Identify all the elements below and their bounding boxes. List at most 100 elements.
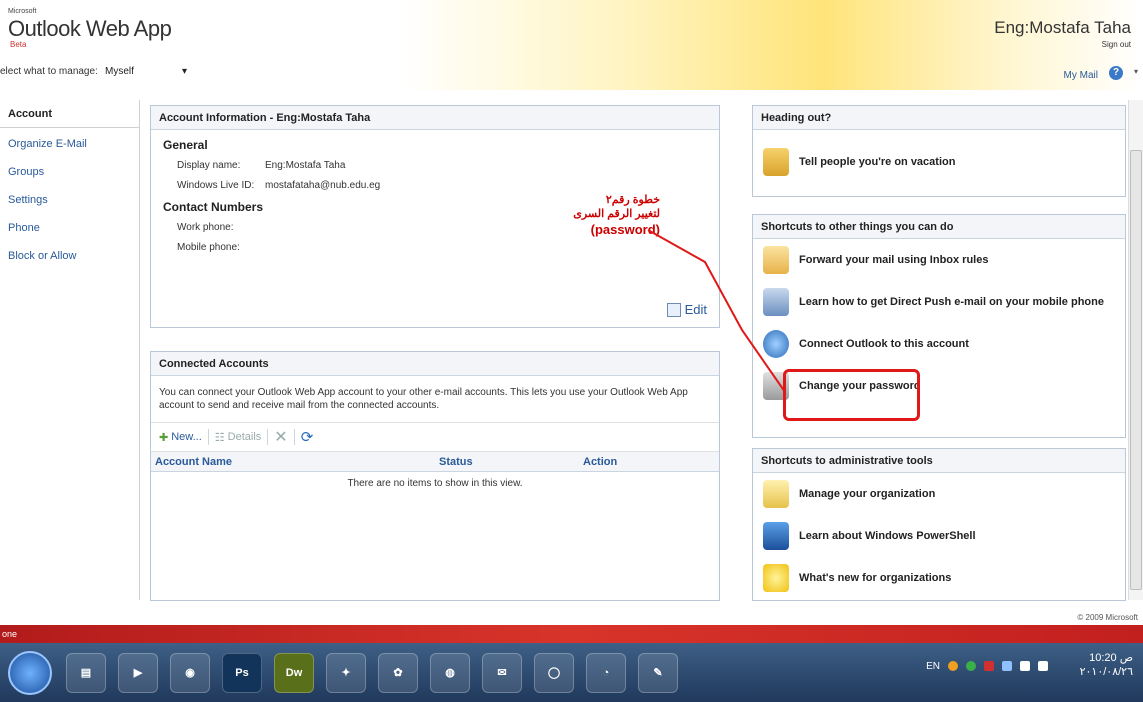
volume-icon[interactable] bbox=[1038, 661, 1048, 671]
whats-new-shortcut[interactable]: What's new for organizations bbox=[753, 557, 1125, 599]
sidebar-item-account[interactable]: Account bbox=[0, 100, 139, 128]
heading-out-panel: Heading out? Tell people you're on vacat… bbox=[752, 105, 1126, 197]
dreamweaver-icon[interactable]: Dw bbox=[274, 652, 314, 693]
toolbar-divider bbox=[207, 429, 209, 445]
mobile-phone-icon bbox=[763, 288, 789, 316]
edit-label: Edit bbox=[684, 302, 707, 317]
manage-select[interactable]: Myself ▾ bbox=[103, 63, 193, 80]
sidebar-item-settings[interactable]: Settings bbox=[0, 186, 139, 214]
help-icon[interactable]: ? bbox=[1109, 66, 1123, 80]
paint-icon[interactable]: ✎ bbox=[638, 652, 678, 693]
clock-date: ٢٠١٠/٠٨/٢٦ bbox=[1079, 666, 1133, 678]
vacation-icon bbox=[763, 148, 789, 176]
refresh-icon[interactable]: ⟳ bbox=[301, 428, 314, 446]
manage-organization-shortcut[interactable]: Manage your organization bbox=[753, 473, 1125, 515]
manage-select-value: Myself bbox=[105, 66, 134, 77]
column-action[interactable]: Action bbox=[583, 452, 617, 471]
tray-app-icon[interactable] bbox=[966, 661, 976, 671]
display-name-row: Display name: Eng:Mostafa Taha bbox=[151, 156, 719, 176]
photoshop-icon[interactable]: Ps bbox=[222, 652, 262, 693]
language-indicator[interactable]: EN bbox=[926, 661, 940, 672]
butterfly-icon[interactable]: ✿ bbox=[378, 652, 418, 693]
clock[interactable]: 10:20 ص ٢٠١٠/٠٨/٢٦ bbox=[1080, 651, 1133, 679]
empty-table-message: There are no items to show in this view. bbox=[347, 478, 523, 489]
sidebar-item-phone[interactable]: Phone bbox=[0, 214, 139, 242]
sidebar-item-organize-email[interactable]: Organize E-Mail bbox=[0, 130, 139, 158]
annotation-line-1: خطوة رقم٢ bbox=[605, 194, 660, 206]
powershell-shortcut[interactable]: Learn about Windows PowerShell bbox=[753, 515, 1125, 557]
sidebar-item-block-or-allow[interactable]: Block or Allow bbox=[0, 242, 139, 270]
details-button[interactable]: ☷ Details bbox=[215, 431, 262, 444]
scrollbar-thumb[interactable] bbox=[1130, 150, 1142, 590]
app-title[interactable]: Outlook Web App bbox=[8, 16, 172, 42]
explorer-icon[interactable]: ▤ bbox=[66, 652, 106, 693]
sidebar: Account Organize E-Mail Groups Settings … bbox=[0, 100, 140, 600]
sidebar-item-groups[interactable]: Groups bbox=[0, 158, 139, 186]
new-button[interactable]: ✚ New... bbox=[159, 431, 202, 444]
annotation-line-2: لتغيير الرقم السرى bbox=[573, 208, 660, 220]
display-name-value: Eng:Mostafa Taha bbox=[265, 160, 346, 171]
column-account-name[interactable]: Account Name bbox=[151, 452, 439, 471]
mobile-phone-row: Mobile phone: bbox=[151, 238, 719, 258]
powershell-icon bbox=[763, 522, 789, 550]
connect-outlook-shortcut[interactable]: Connect Outlook to this account bbox=[753, 323, 1125, 365]
connected-accounts-panel: Connected Accounts You can connect your … bbox=[150, 351, 720, 601]
firefox-icon[interactable]: ◍ bbox=[430, 652, 470, 693]
edit-button[interactable]: Edit bbox=[666, 302, 707, 317]
beta-label: Beta bbox=[10, 40, 27, 49]
column-status[interactable]: Status bbox=[439, 452, 583, 471]
clock-time: 10:20 ص bbox=[1089, 652, 1133, 664]
details-label: Details bbox=[227, 431, 262, 443]
help-chevron-icon[interactable]: ▾ bbox=[1134, 67, 1138, 76]
chevron-down-icon: ▾ bbox=[181, 66, 187, 77]
outlook-icon[interactable]: ✉ bbox=[482, 652, 522, 693]
direct-push-shortcut[interactable]: Learn how to get Direct Push e-mail on y… bbox=[753, 281, 1125, 323]
chrome-icon[interactable]: ◉ bbox=[170, 652, 210, 693]
general-heading: General bbox=[163, 138, 208, 152]
connected-toolbar: ✚ New... ☷ Details ✕ ⟳ bbox=[151, 422, 719, 452]
inbox-rules-shortcut[interactable]: Forward your mail using Inbox rules bbox=[753, 239, 1125, 281]
organization-icon bbox=[763, 480, 789, 508]
tray-app-icon[interactable] bbox=[948, 661, 958, 671]
work-phone-label: Work phone: bbox=[177, 222, 234, 233]
password-highlight-box bbox=[783, 369, 920, 421]
globe-icon bbox=[763, 330, 789, 358]
tray-app-icon[interactable] bbox=[1002, 661, 1012, 671]
balloon-icon[interactable]: ◯ bbox=[534, 652, 574, 693]
media-player-icon[interactable]: ▶ bbox=[118, 652, 158, 693]
annotation-note: خطوة رقم٢ لتغيير الرقم السرى (password) bbox=[560, 193, 660, 237]
star-icon bbox=[763, 564, 789, 592]
edit-icon bbox=[666, 302, 681, 317]
tray-app-icon[interactable] bbox=[984, 661, 994, 671]
manage-organization-label: Manage your organization bbox=[799, 488, 936, 500]
browser-status-bar: one bbox=[0, 625, 1143, 643]
account-info-title: Account Information - Eng:Mostafa Taha bbox=[151, 106, 719, 130]
admin-tools-panel: Shortcuts to administrative tools Manage… bbox=[752, 448, 1126, 601]
mobile-phone-label: Mobile phone: bbox=[177, 242, 240, 253]
new-icon: ✚ bbox=[159, 431, 169, 444]
direct-push-label: Learn how to get Direct Push e-mail on y… bbox=[799, 296, 1104, 308]
powershell-label: Learn about Windows PowerShell bbox=[799, 530, 976, 542]
vacation-label: Tell people you're on vacation bbox=[799, 156, 956, 168]
top-header: Microsoft Outlook Web App Beta Eng:Mosta… bbox=[0, 0, 1143, 90]
vacation-shortcut[interactable]: Tell people you're on vacation bbox=[753, 130, 1125, 194]
folder-icon bbox=[763, 246, 789, 274]
windows-taskbar: ▤ ▶ ◉ Ps Dw ✦ ✿ ◍ ✉ ◯ ◔ ✎ EN 10:20 ص ٢٠١… bbox=[0, 643, 1143, 702]
display-name-label: Display name: bbox=[177, 160, 241, 171]
my-mail-link[interactable]: My Mail bbox=[1064, 70, 1098, 81]
live-id-label: Windows Live ID: bbox=[177, 180, 255, 191]
sign-out-link[interactable]: Sign out bbox=[1102, 40, 1131, 49]
chat-icon[interactable]: ◔ bbox=[586, 652, 626, 693]
connected-accounts-description: You can connect your Outlook Web App acc… bbox=[159, 387, 688, 411]
microsoft-label: Microsoft bbox=[8, 8, 37, 15]
page-scrollbar[interactable] bbox=[1128, 100, 1143, 600]
manage-label: elect what to manage: bbox=[0, 66, 98, 77]
whats-new-label: What's new for organizations bbox=[799, 572, 952, 584]
copyright: © 2009 Microsoft bbox=[1077, 613, 1138, 622]
admin-tools-title: Shortcuts to administrative tools bbox=[753, 449, 1125, 473]
app-icon[interactable]: ✦ bbox=[326, 652, 366, 693]
toolbar-divider bbox=[267, 429, 269, 445]
delete-icon[interactable]: ✕ bbox=[274, 427, 287, 447]
start-button[interactable] bbox=[8, 650, 52, 695]
network-icon[interactable] bbox=[1020, 661, 1030, 671]
